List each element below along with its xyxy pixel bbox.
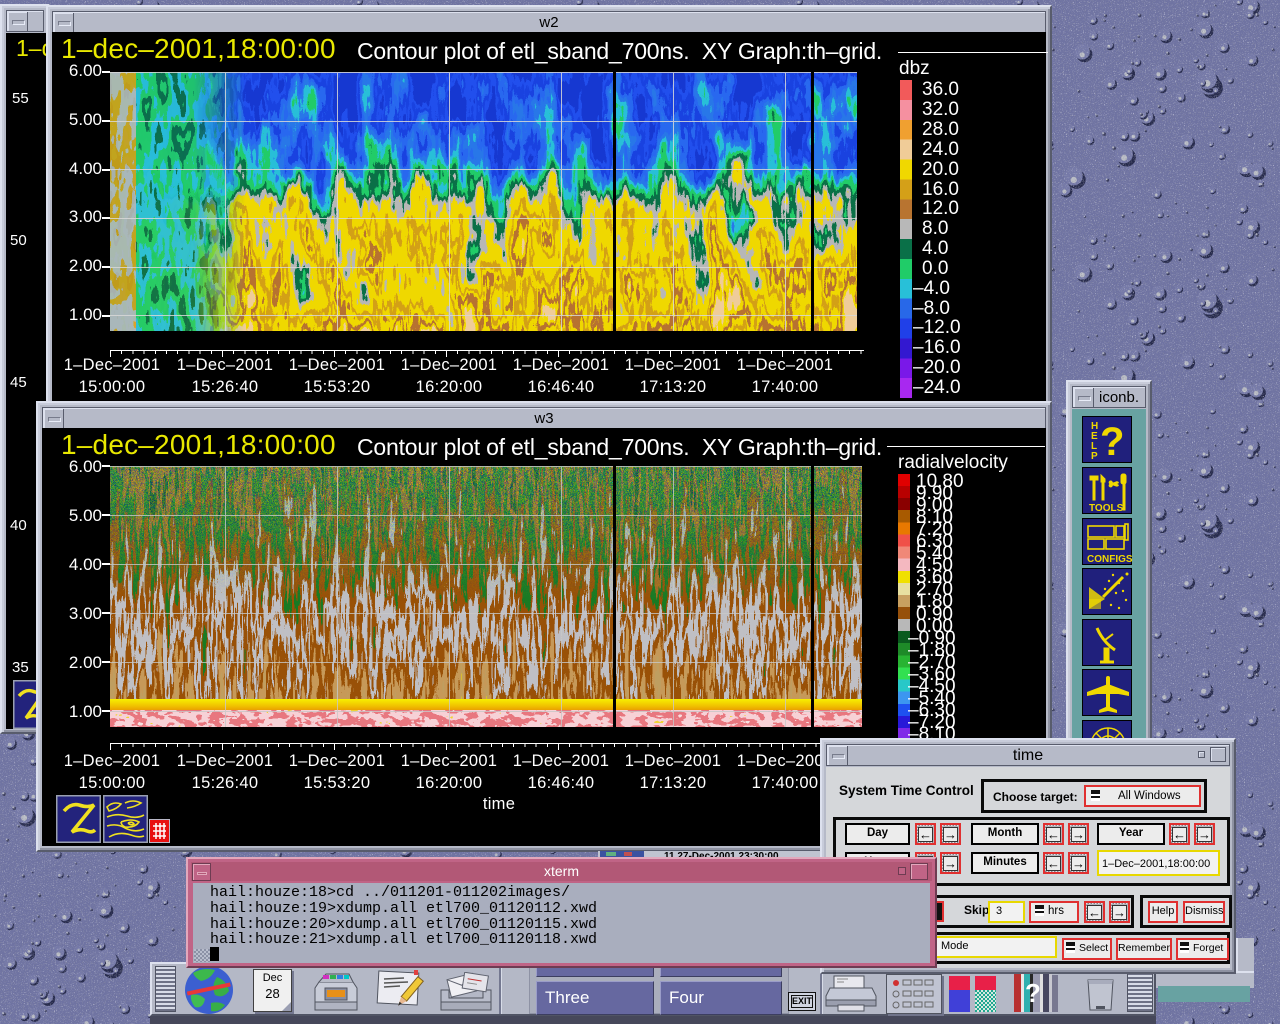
svg-text:P: P (1091, 451, 1098, 462)
svg-text:?: ? (1100, 420, 1124, 464)
svg-text:✄: ✄ (1109, 479, 1119, 491)
svg-text:CONFIGS: CONFIGS (1087, 554, 1133, 565)
svg-text:TOOLS: TOOLS (1089, 503, 1124, 514)
svg-text:?: ? (1025, 978, 1041, 1008)
